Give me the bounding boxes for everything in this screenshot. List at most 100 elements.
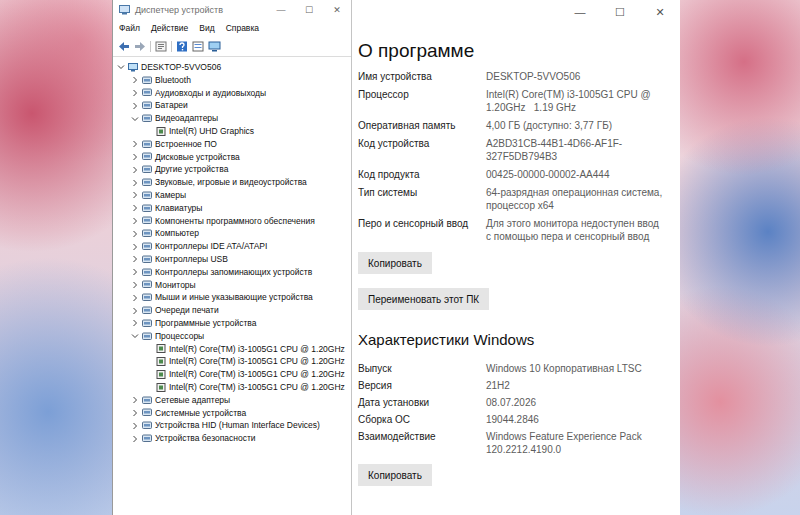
device-category[interactable]: Мониторы xyxy=(117,279,351,292)
device-category[interactable]: Очереди печати xyxy=(117,304,351,317)
spec-value[interactable]: 4,00 ГБ (доступно: 3,77 ГБ) xyxy=(486,119,666,132)
device-category[interactable]: Видеоадаптеры xyxy=(117,112,351,125)
expander-icon[interactable] xyxy=(131,409,139,417)
device-category[interactable]: Другие устройства xyxy=(117,163,351,176)
device-category[interactable]: Батареи xyxy=(117,99,351,112)
window-control-button[interactable]: ☐ xyxy=(295,0,323,20)
expander-icon[interactable] xyxy=(131,89,139,97)
monitor-icon[interactable] xyxy=(208,41,221,52)
window-control-button[interactable]: ✕ xyxy=(323,0,351,20)
menu-bar: Файл Действие Вид Справка xyxy=(113,20,351,36)
device-item[interactable]: Intel(R) Core(TM) i3-1005G1 CPU @ 1.20GH… xyxy=(117,343,351,356)
spec-value[interactable]: 64-разрядная операционная система, проце… xyxy=(486,186,666,212)
device-item[interactable]: Intel(R) Core(TM) i3-1005G1 CPU @ 1.20GH… xyxy=(117,355,351,368)
window-control-button[interactable]: — xyxy=(560,0,600,25)
device-category[interactable]: Контроллеры IDE ATA/ATAPI xyxy=(117,240,351,253)
window-control-button[interactable]: ☐ xyxy=(600,0,640,25)
expander-icon[interactable] xyxy=(131,204,139,212)
device-category[interactable]: Мыши и иные указывающие устройства xyxy=(117,291,351,304)
spec-value[interactable]: 19044.2846 xyxy=(486,413,666,426)
action-button[interactable]: Копировать xyxy=(358,464,432,486)
window-control-button[interactable]: — xyxy=(267,0,295,20)
expander-icon[interactable] xyxy=(131,255,139,263)
windows-buttons: Копировать xyxy=(358,464,666,486)
tree-label: Встроенное ПО xyxy=(155,138,217,151)
device-category[interactable]: Процессоры xyxy=(117,330,351,343)
properties-icon[interactable] xyxy=(155,41,167,52)
device-category[interactable]: Устройства HID (Human Interface Devices) xyxy=(117,419,351,432)
device-category[interactable]: Контроллеры запоминающих устройств xyxy=(117,266,351,279)
expander-icon[interactable] xyxy=(131,243,139,251)
spec-row: Код устройстваA2BD31CB-44B1-4D66-AF1F-32… xyxy=(358,137,666,168)
expander-icon[interactable] xyxy=(131,102,139,110)
device-category-icon xyxy=(142,268,152,277)
forward-arrow-icon[interactable] xyxy=(134,41,146,52)
expander-icon[interactable] xyxy=(131,281,139,289)
device-item[interactable]: Intel(R) UHD Graphics xyxy=(117,125,351,138)
menu-item[interactable]: Вид xyxy=(199,23,214,33)
device-item[interactable]: Intel(R) Core(TM) i3-1005G1 CPU @ 1.20GH… xyxy=(117,381,351,394)
back-arrow-icon[interactable] xyxy=(118,41,130,52)
expander-icon[interactable] xyxy=(117,63,125,71)
expander-icon[interactable] xyxy=(131,396,139,404)
device-category[interactable]: Аудиовходы и аудиовыходы xyxy=(117,87,351,100)
device-category[interactable]: Программные устройства xyxy=(117,317,351,330)
spec-value[interactable]: DESKTOP-5VVO506 xyxy=(486,70,666,83)
expander-icon[interactable] xyxy=(131,191,139,199)
action-button[interactable]: Переименовать этот ПК xyxy=(358,288,489,310)
expander-icon[interactable] xyxy=(131,268,139,276)
device-category[interactable]: Встроенное ПО xyxy=(117,138,351,151)
expander-icon[interactable] xyxy=(131,115,139,123)
spec-value[interactable]: Windows 10 Корпоративная LTSC xyxy=(486,362,666,375)
expander-icon[interactable] xyxy=(131,422,139,430)
expander-icon[interactable] xyxy=(131,166,139,174)
spec-value[interactable]: Intel(R) Core(TM) i3-1005G1 CPU @ 1.20GH… xyxy=(486,88,666,114)
expander-icon[interactable] xyxy=(131,140,139,148)
device-category[interactable]: Дисковые устройства xyxy=(117,151,351,164)
spec-value[interactable]: 00425-00000-00002-AA444 xyxy=(486,168,666,181)
window-control-button[interactable]: ✕ xyxy=(640,0,680,25)
expander-icon[interactable] xyxy=(131,230,139,238)
expander-icon[interactable] xyxy=(131,179,139,187)
device-category[interactable]: Сетевые адаптеры xyxy=(117,394,351,407)
device-category[interactable]: Bluetooth xyxy=(117,74,351,87)
spec-row: Сборка ОС19044.2846 xyxy=(358,413,666,430)
menu-item[interactable]: Справка xyxy=(226,23,259,33)
tree-label: Звуковые, игровые и видеоустройства xyxy=(155,176,307,189)
expander-icon[interactable] xyxy=(131,307,139,315)
device-category-icon xyxy=(142,408,152,417)
menu-item[interactable]: Действие xyxy=(151,23,188,33)
device-category[interactable]: Камеры xyxy=(117,189,351,202)
device-category[interactable]: Компьютер xyxy=(117,227,351,240)
expander-icon[interactable] xyxy=(131,319,139,327)
title-bar[interactable]: Диспетчер устройств—☐✕ xyxy=(113,0,351,20)
menu-item[interactable]: Файл xyxy=(119,23,140,33)
expander-icon[interactable] xyxy=(131,217,139,225)
device-icon xyxy=(156,127,166,136)
device-category[interactable]: Контроллеры USB xyxy=(117,253,351,266)
title-bar[interactable]: —☐✕ xyxy=(352,0,680,25)
device-category[interactable]: Системные устройства xyxy=(117,407,351,420)
spec-value[interactable]: Для этого монитора недоступен ввод с пом… xyxy=(486,217,666,243)
about-window[interactable]: —☐✕О программеИмя устройстваDESKTOP-5VVO… xyxy=(352,0,680,515)
action-button[interactable]: Копировать xyxy=(358,252,432,274)
tree-root[interactable]: DESKTOP-5VVO506 xyxy=(117,61,351,74)
spec-value[interactable]: A2BD31CB-44B1-4D66-AF1F-327F5DB794B3 xyxy=(486,137,666,163)
spec-row: Тип системы64-разрядная операционная сис… xyxy=(358,186,666,217)
spec-value[interactable]: 08.07.2026 xyxy=(486,396,666,409)
device-category[interactable]: Клавиатуры xyxy=(117,202,351,215)
expander-icon[interactable] xyxy=(131,76,139,84)
expander-icon[interactable] xyxy=(131,435,139,443)
expander-icon[interactable] xyxy=(131,153,139,161)
device-item[interactable]: Intel(R) Core(TM) i3-1005G1 CPU @ 1.20GH… xyxy=(117,368,351,381)
expander-icon[interactable] xyxy=(131,332,139,340)
expander-icon[interactable] xyxy=(131,294,139,302)
device-manager-window[interactable]: Диспетчер устройств—☐✕ Файл Действие Вид Спр… xyxy=(112,0,352,515)
help-icon[interactable] xyxy=(176,41,188,52)
device-category[interactable]: Звуковые, игровые и видеоустройства xyxy=(117,176,351,189)
view-icon[interactable] xyxy=(192,41,204,52)
device-category[interactable]: Компоненты программного обеспечения xyxy=(117,215,351,228)
spec-value[interactable]: 21H2 xyxy=(486,379,666,392)
spec-value[interactable]: Windows Feature Experience Pack 120.2212… xyxy=(486,430,666,456)
device-category[interactable]: Устройства безопасности xyxy=(117,432,351,445)
